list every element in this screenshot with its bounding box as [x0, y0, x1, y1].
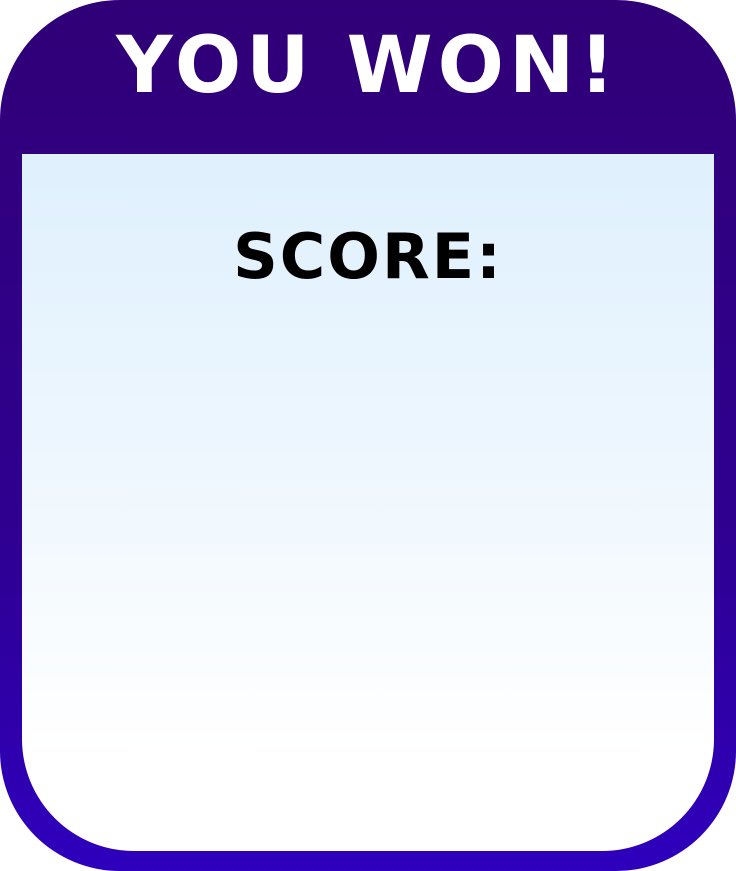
title-bar: YOU WON!	[0, 0, 736, 154]
win-dialog: YOU WON! SCORE:	[0, 0, 736, 871]
score-panel: SCORE:	[22, 154, 714, 851]
score-label: SCORE:	[233, 220, 503, 293]
win-title: YOU WON!	[116, 21, 620, 111]
